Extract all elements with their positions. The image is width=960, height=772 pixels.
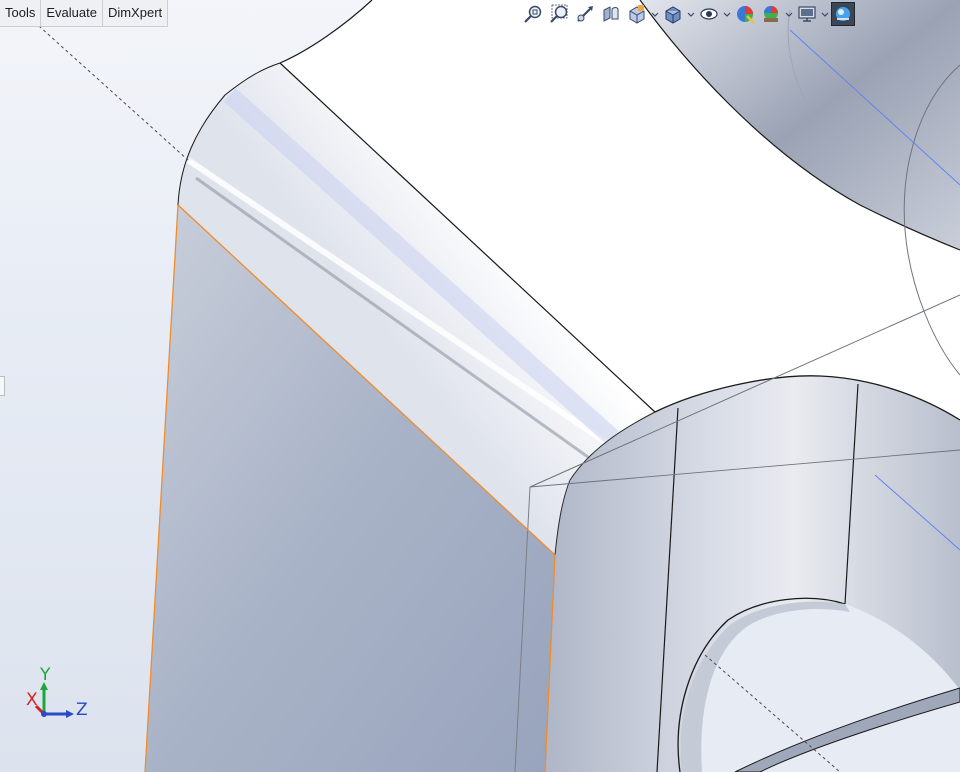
display-style-icon[interactable] [661,2,685,26]
feature-manager-toggle[interactable] [0,376,5,396]
chevron-down-icon[interactable] [723,2,731,26]
view-settings-icon[interactable] [795,2,819,26]
chevron-down-icon[interactable] [821,2,829,26]
tab-dimxpert[interactable]: DimXpert [103,0,167,26]
section-view-icon[interactable] [599,2,623,26]
triad-z-label: Z [76,700,88,720]
tab-evaluate[interactable]: Evaluate [41,0,103,26]
previous-view-icon[interactable] [573,2,597,26]
view-orientation-icon[interactable] [625,2,649,26]
zoom-to-area-icon[interactable] [547,2,571,26]
chevron-down-icon[interactable] [687,2,695,26]
triad-y-label: Y [40,665,51,685]
command-manager-tabs: Tools Evaluate DimXpert [0,0,169,27]
tab-tools[interactable]: Tools [0,0,42,26]
edit-appearance-icon[interactable] [733,2,757,26]
apply-scene-icon[interactable] [759,2,783,26]
realview-graphics-icon[interactable] [831,2,855,26]
triad-x-label: X [26,690,38,710]
zoom-to-fit-icon[interactable] [521,2,545,26]
chevron-down-icon[interactable] [651,2,659,26]
chevron-down-icon[interactable] [785,2,793,26]
heads-up-view-toolbar [521,1,855,27]
hide-show-items-icon[interactable] [697,2,721,26]
graphics-viewport[interactable]: Tools Evaluate DimXpert X Y Z [0,0,960,772]
reference-triad: X Y Z [24,664,94,728]
model-view[interactable] [0,0,960,772]
